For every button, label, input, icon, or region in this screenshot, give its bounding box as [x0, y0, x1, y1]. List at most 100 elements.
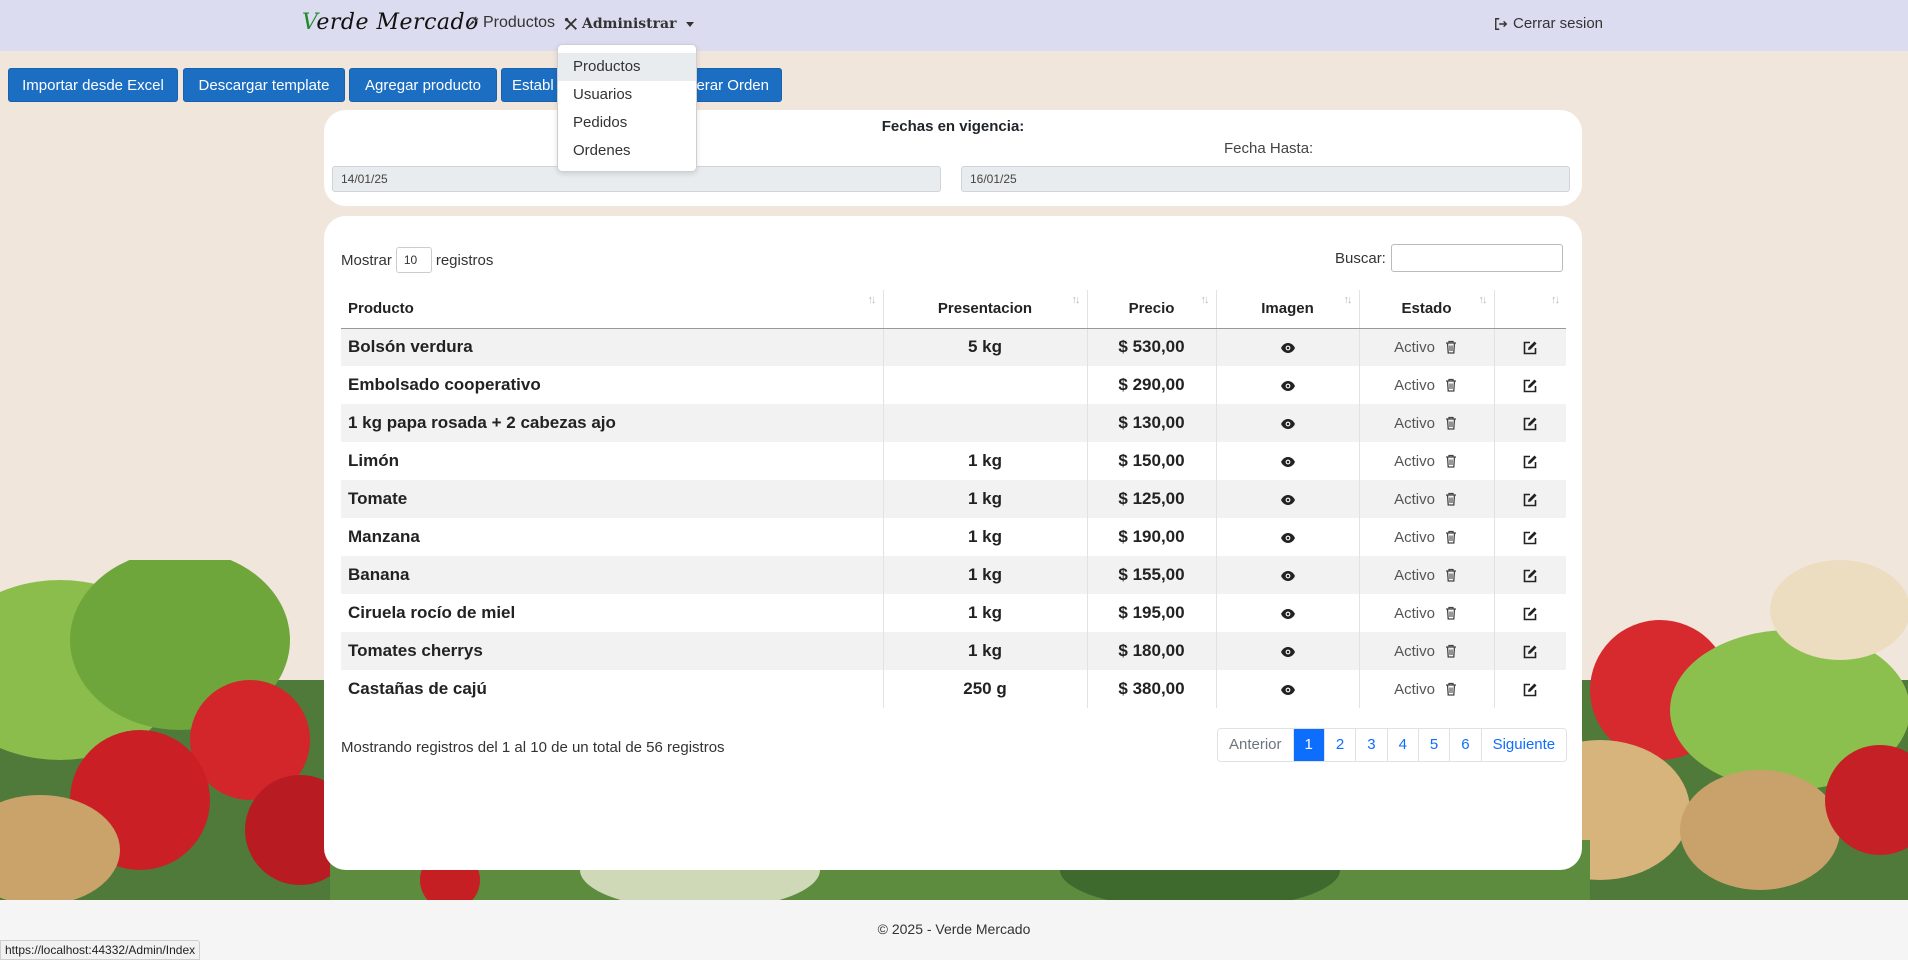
products-table-body: Bolsón verdura 5 kg $ 530,00 Activo Embolsad… [341, 328, 1566, 708]
establish-dates-button[interactable]: Establ [501, 68, 561, 102]
eye-icon[interactable] [1280, 568, 1296, 584]
cell-imagen [1216, 594, 1360, 632]
page-length-select[interactable]: 10 [395, 247, 432, 273]
add-product-button[interactable]: Agregar producto [349, 68, 497, 102]
cell-producto: Bolsón verdura [341, 328, 884, 366]
pagination-page-2[interactable]: 2 [1324, 729, 1357, 761]
eye-icon[interactable] [1280, 644, 1296, 660]
eye-icon[interactable] [1280, 416, 1296, 432]
cell-precio: $ 290,00 [1087, 366, 1217, 404]
pagination-next[interactable]: Siguiente [1481, 729, 1567, 761]
pagination-page-6[interactable]: 6 [1450, 729, 1482, 761]
cell-estado: Activo [1359, 480, 1495, 518]
chevron-down-icon [686, 21, 695, 27]
trash-icon[interactable] [1443, 453, 1459, 469]
browser-status-bar-url: https://localhost:44332/Admin/Index [0, 940, 201, 960]
products-table-card: Mostrar 10 registros Buscar: Producto ↑↓ … [324, 216, 1582, 870]
cell-precio: $ 130,00 [1087, 404, 1217, 442]
dropdown-item-ordenes[interactable]: Ordenes [558, 137, 696, 165]
trash-icon[interactable] [1443, 643, 1459, 659]
column-header-actions[interactable]: ↑↓ [1494, 290, 1566, 329]
dropdown-item-usuarios[interactable]: Usuarios [558, 81, 696, 109]
edit-icon[interactable] [1522, 492, 1538, 508]
search-input[interactable] [1390, 244, 1563, 272]
cell-precio: $ 195,00 [1087, 594, 1217, 632]
trash-icon[interactable] [1443, 339, 1459, 355]
download-template-button[interactable]: Descargar template [183, 68, 345, 102]
cell-presentacion: 1 kg [883, 556, 1088, 594]
pagination-previous[interactable]: Anterior [1218, 729, 1294, 761]
header-label: Estado [1401, 300, 1452, 318]
navbar: Verde Mercado Productos Administrar Cerr… [0, 0, 1908, 51]
edit-icon[interactable] [1522, 644, 1538, 660]
sign-out-icon [1495, 17, 1508, 30]
cell-actions [1494, 404, 1566, 442]
edit-icon[interactable] [1522, 416, 1538, 432]
pagination-page-3[interactable]: 3 [1356, 729, 1388, 761]
edit-icon[interactable] [1522, 454, 1538, 470]
logout-link[interactable]: Cerrar sesion [1494, 15, 1603, 32]
edit-icon[interactable] [1522, 530, 1538, 546]
cell-presentacion [883, 404, 1088, 442]
pagination-page-1[interactable]: 1 [1293, 729, 1325, 761]
records-label: registros [435, 251, 494, 269]
cell-presentacion: 1 kg [883, 518, 1088, 556]
trash-icon[interactable] [1443, 529, 1459, 545]
table-row: Limón 1 kg $ 150,00 Activo [341, 442, 1566, 480]
edit-icon[interactable] [1522, 378, 1538, 394]
column-header-precio[interactable]: Precio ↑↓ [1087, 290, 1217, 329]
status-text: Activo [1394, 604, 1435, 622]
header-label: Producto [348, 300, 414, 318]
page-length-control: Mostrar 10 registros [341, 247, 493, 273]
trash-icon[interactable] [1443, 415, 1459, 431]
eye-icon[interactable] [1280, 378, 1296, 394]
trash-icon[interactable] [1443, 377, 1459, 393]
cell-estado: Activo [1359, 594, 1495, 632]
trash-icon[interactable] [1443, 681, 1459, 697]
header-label: Imagen [1261, 300, 1314, 318]
column-header-producto[interactable]: Producto ↑↓ [341, 290, 884, 329]
eye-icon[interactable] [1280, 682, 1296, 698]
eye-icon[interactable] [1280, 454, 1296, 470]
eye-icon[interactable] [1280, 492, 1296, 508]
cell-imagen [1216, 442, 1360, 480]
status-text: Activo [1394, 338, 1435, 356]
cell-imagen [1216, 404, 1360, 442]
cell-actions [1494, 632, 1566, 670]
import-excel-button[interactable]: Importar desde Excel [8, 68, 178, 102]
status-text: Activo [1394, 566, 1435, 584]
eye-icon[interactable] [1280, 340, 1296, 356]
edit-icon[interactable] [1522, 340, 1538, 356]
cell-precio: $ 190,00 [1087, 518, 1217, 556]
search-label: Buscar: [1335, 249, 1386, 267]
trash-icon[interactable] [1443, 605, 1459, 621]
dropdown-item-productos[interactable]: Productos [558, 53, 696, 81]
cell-actions [1494, 556, 1566, 594]
date-to-field[interactable]: 16/01/25 [961, 166, 1570, 192]
edit-icon[interactable] [1522, 682, 1538, 698]
table-row: Embolsado cooperativo $ 290,00 Activo [341, 366, 1566, 404]
table-row: Banana 1 kg $ 155,00 Activo [341, 556, 1566, 594]
trash-icon[interactable] [1443, 567, 1459, 583]
eye-icon[interactable] [1280, 530, 1296, 546]
eye-icon[interactable] [1280, 606, 1296, 622]
nav-administrar[interactable]: Administrar [564, 16, 695, 32]
sort-icon: ↑↓ [1551, 294, 1560, 306]
pagination-page-4[interactable]: 4 [1387, 729, 1419, 761]
cell-actions [1494, 442, 1566, 480]
products-table: Producto ↑↓ Presentacion ↑↓ Precio ↑↓ Image… [341, 290, 1566, 708]
carrot-icon [466, 16, 479, 29]
column-header-presentacion[interactable]: Presentacion ↑↓ [883, 290, 1088, 329]
nav-productos[interactable]: Productos [465, 14, 555, 32]
cell-precio: $ 125,00 [1087, 480, 1217, 518]
brand-logo[interactable]: Verde Mercado [302, 10, 479, 35]
trash-icon[interactable] [1443, 491, 1459, 507]
edit-icon[interactable] [1522, 568, 1538, 584]
dropdown-item-pedidos[interactable]: Pedidos [558, 109, 696, 137]
edit-icon[interactable] [1522, 606, 1538, 622]
column-header-estado[interactable]: Estado ↑↓ [1359, 290, 1495, 329]
brand-initial: V [302, 10, 317, 35]
column-header-imagen[interactable]: Imagen ↑↓ [1216, 290, 1360, 329]
table-row: Manzana 1 kg $ 190,00 Activo [341, 518, 1566, 556]
pagination-page-5[interactable]: 5 [1418, 729, 1451, 761]
